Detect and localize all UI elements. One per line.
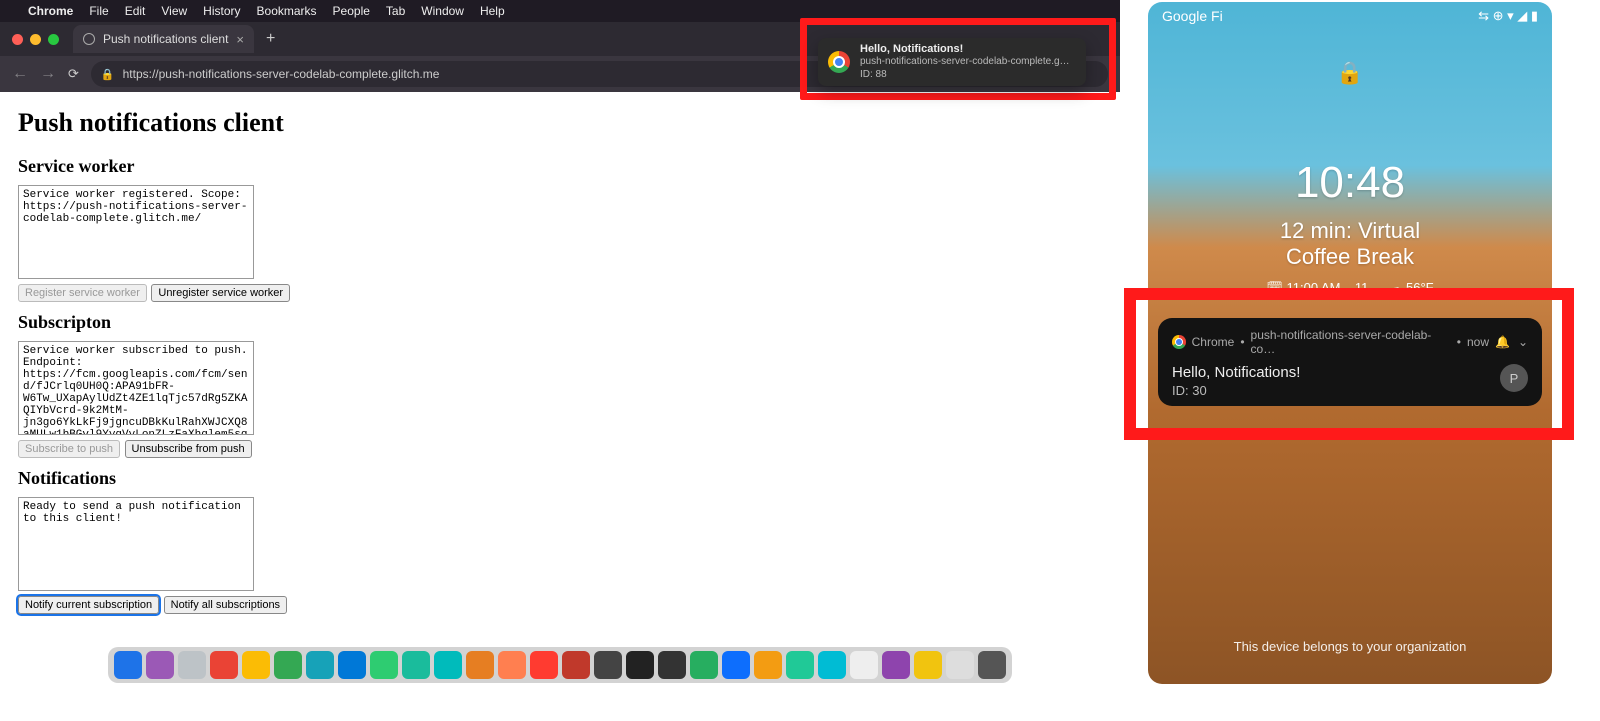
unregister-sw-button[interactable]: Unregister service worker <box>151 284 290 302</box>
subscribe-button: Subscribe to push <box>18 440 120 458</box>
unsubscribe-button[interactable]: Unsubscribe from push <box>125 440 252 458</box>
browser-tab[interactable]: Push notifications client × <box>73 25 254 53</box>
reload-button[interactable]: ⟳ <box>68 66 79 82</box>
notify-all-button[interactable]: Notify all subscriptions <box>164 596 287 614</box>
mac-notif-source: push-notifications-server-codelab-comple… <box>860 56 1070 69</box>
dock-app-icon[interactable] <box>274 651 302 679</box>
register-sw-button: Register service worker <box>18 284 147 302</box>
window-fullscreen-icon[interactable] <box>48 34 59 45</box>
dock-app-icon[interactable] <box>786 651 814 679</box>
status-icons: ⇆ ⊕ ▾ ◢ ▮ <box>1478 8 1538 24</box>
window-controls <box>6 34 67 45</box>
notif-app-name: Chrome <box>1192 335 1235 349</box>
calendar-line-1: 12 min: Virtual <box>1148 218 1552 244</box>
android-notification[interactable]: Chrome • push-notifications-server-codel… <box>1158 318 1542 406</box>
dock-app-icon[interactable] <box>466 651 494 679</box>
dock-app-icon[interactable] <box>978 651 1006 679</box>
forward-button[interactable]: → <box>40 65 56 83</box>
notifications-heading: Notifications <box>18 468 1102 489</box>
menu-window[interactable]: Window <box>421 4 464 18</box>
android-notif-body: ID: 30 <box>1172 383 1528 398</box>
mac-notif-body: ID: 88 <box>860 69 1070 82</box>
menu-tab[interactable]: Tab <box>386 4 405 18</box>
dock-tray <box>108 647 1012 683</box>
android-notif-title: Hello, Notifications! <box>1172 364 1528 381</box>
dock-app-icon[interactable] <box>498 651 526 679</box>
dock-app-icon[interactable] <box>210 651 238 679</box>
dock-app-icon[interactable] <box>338 651 366 679</box>
dock-app-icon[interactable] <box>370 651 398 679</box>
back-button[interactable]: ← <box>12 65 28 83</box>
page-body: Push notifications client Service worker… <box>0 92 1120 644</box>
dock-app-icon[interactable] <box>146 651 174 679</box>
phone-footer: This device belongs to your organization <box>1148 639 1552 654</box>
phone-status-bar: Google Fi ⇆ ⊕ ▾ ◢ ▮ <box>1148 2 1552 30</box>
menu-edit[interactable]: Edit <box>125 4 146 18</box>
dock-app-icon[interactable] <box>114 651 142 679</box>
menubar-app-name[interactable]: Chrome <box>28 4 73 18</box>
subscription-heading: Subscripton <box>18 312 1102 333</box>
mac-notif-title: Hello, Notifications! <box>860 43 1070 57</box>
mac-notification[interactable]: Hello, Notifications! push-notifications… <box>818 38 1086 86</box>
dock-app-icon[interactable] <box>946 651 974 679</box>
dock-app-icon[interactable] <box>626 651 654 679</box>
sw-status-textarea[interactable] <box>18 185 254 279</box>
notif-source: push-notifications-server-codelab-co… <box>1251 328 1451 356</box>
window-minimize-icon[interactable] <box>30 34 41 45</box>
lock-clock: 10:48 <box>1148 158 1552 208</box>
dock-app-icon[interactable] <box>434 651 462 679</box>
subscription-textarea[interactable] <box>18 341 254 435</box>
window-close-icon[interactable] <box>12 34 23 45</box>
sw-heading: Service worker <box>18 156 1102 177</box>
dot-separator: • <box>1457 335 1461 349</box>
menu-file[interactable]: File <box>89 4 108 18</box>
chevron-down-icon[interactable]: ⌄ <box>1518 335 1528 349</box>
tab-close-icon[interactable]: × <box>236 32 244 47</box>
menu-help[interactable]: Help <box>480 4 505 18</box>
new-tab-button[interactable]: + <box>260 30 281 48</box>
notify-current-button[interactable]: Notify current subscription <box>18 596 159 614</box>
dock-app-icon[interactable] <box>658 651 686 679</box>
avatar-letter: P <box>1510 371 1519 386</box>
menu-people[interactable]: People <box>333 4 370 18</box>
calendar-line-2: Coffee Break <box>1148 244 1552 270</box>
dock-app-icon[interactable] <box>242 651 270 679</box>
chrome-icon <box>1172 335 1186 349</box>
notif-time: now <box>1467 335 1489 349</box>
dock-app-icon[interactable] <box>402 651 430 679</box>
mac-dock <box>0 647 1120 683</box>
dock-app-icon[interactable] <box>818 651 846 679</box>
tab-title: Push notifications client <box>103 32 228 46</box>
dock-app-icon[interactable] <box>178 651 206 679</box>
dock-app-icon[interactable] <box>722 651 750 679</box>
avatar: P <box>1500 364 1528 392</box>
notifications-textarea[interactable] <box>18 497 254 591</box>
menu-bookmarks[interactable]: Bookmarks <box>257 4 317 18</box>
lock-icon: 🔒 <box>1148 60 1552 86</box>
globe-icon <box>83 33 95 45</box>
dock-app-icon[interactable] <box>882 651 910 679</box>
dock-app-icon[interactable] <box>850 651 878 679</box>
dock-app-icon[interactable] <box>914 651 942 679</box>
url-text: https://push-notifications-server-codela… <box>123 67 440 81</box>
bell-icon[interactable]: 🔔 <box>1495 335 1510 349</box>
dock-app-icon[interactable] <box>690 651 718 679</box>
page-title: Push notifications client <box>18 108 1102 138</box>
dock-app-icon[interactable] <box>594 651 622 679</box>
dock-app-icon[interactable] <box>306 651 334 679</box>
dock-app-icon[interactable] <box>562 651 590 679</box>
carrier-label: Google Fi <box>1162 8 1223 24</box>
dock-app-icon[interactable] <box>754 651 782 679</box>
lock-icon: 🔒 <box>101 68 115 81</box>
menu-history[interactable]: History <box>203 4 240 18</box>
chrome-icon <box>828 51 850 73</box>
menu-view[interactable]: View <box>161 4 187 18</box>
dot-separator: • <box>1240 335 1244 349</box>
dock-app-icon[interactable] <box>530 651 558 679</box>
